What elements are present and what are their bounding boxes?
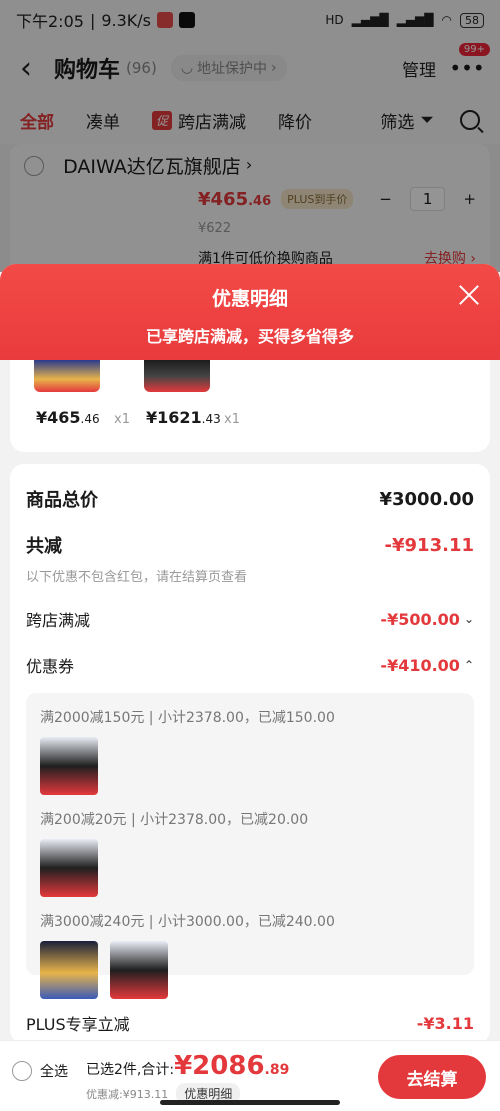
sheet-header: 优惠明细 已享跨店满减，买得多省得多	[0, 264, 500, 360]
select-all-checkbox[interactable]	[12, 1061, 32, 1081]
item-price-decimal: .43	[201, 412, 221, 426]
product-thumbnail[interactable]	[40, 941, 98, 999]
cross-store-amount: -¥500.00	[380, 609, 460, 629]
coupon-amount: -¥410.00	[380, 655, 460, 675]
coupon-line: 满3000减240元 | 小计3000.00，已减240.00	[40, 914, 335, 930]
select-all[interactable]: 全选	[12, 1061, 68, 1081]
coupon-line: 满200减20元 | 小计2378.00，已减20.00	[40, 812, 309, 828]
sheet-subtitle: 已享跨店满减，买得多省得多	[145, 327, 354, 346]
modal-backdrop[interactable]	[0, 0, 500, 272]
checkout-button[interactable]: 去结算	[378, 1055, 486, 1099]
reduce-value: -¥913.11	[384, 534, 474, 556]
selected-count: 已选2件,合计:	[86, 1062, 175, 1078]
item-price-main: ¥1621	[146, 408, 202, 427]
item-price-decimal: .46	[80, 412, 100, 426]
coupon-label: 优惠券	[26, 657, 75, 676]
order-summary: 已选2件,合计: ¥2086 .89 优惠减:¥913.11 优惠明细	[86, 1051, 289, 1104]
home-indicator	[160, 1100, 340, 1105]
discount-total: 优惠减:¥913.11	[86, 1087, 169, 1101]
chevron-up-icon: ⌃	[463, 658, 474, 672]
chevron-down-icon: ⌄	[463, 612, 474, 626]
close-icon[interactable]	[458, 284, 480, 306]
product-thumbnail[interactable]	[34, 360, 100, 392]
discount-detail-sheet: 优惠明细 已享跨店满减，买得多省得多 ¥465.46 x1 ¥1621.43 x…	[0, 264, 500, 1111]
plus-discount-value: -¥3.11	[416, 1013, 474, 1033]
cross-store-label: 跨店满减	[26, 611, 91, 630]
coupon-detail-list: 满2000减150元 | 小计2378.00，已减150.00 满200减20元…	[26, 693, 474, 999]
discount-breakdown: 商品总价 ¥3000.00 共减 -¥913.11 以下优惠不包含红包，请在结算…	[10, 464, 490, 1044]
sheet-title: 优惠明细	[211, 288, 288, 310]
item-price: ¥465.46	[36, 408, 100, 427]
items-card: ¥465.46 x1 ¥1621.43 x1	[10, 360, 490, 452]
item-qty: x1	[224, 412, 240, 427]
cross-store-row[interactable]: 跨店满减 -¥500.00 ⌄	[26, 607, 474, 631]
select-all-label: 全选	[40, 1064, 68, 1080]
redpacket-note: 以下优惠不包含红包，请在结算页查看	[26, 570, 248, 585]
coupon-line: 满2000减150元 | 小计2378.00，已减150.00	[40, 710, 335, 726]
coupon-value: -¥410.00 ⌃	[380, 656, 474, 675]
coupon-row[interactable]: 优惠券 -¥410.00 ⌃	[26, 653, 474, 677]
item-price: ¥1621.43	[146, 408, 221, 427]
cross-store-value: -¥500.00 ⌄	[380, 610, 474, 629]
product-thumbnail[interactable]	[40, 839, 98, 897]
product-thumbnail[interactable]	[110, 941, 168, 999]
product-thumbnail[interactable]	[144, 360, 210, 392]
product-thumbnail[interactable]	[40, 737, 98, 795]
total-label: 商品总价	[26, 490, 98, 511]
total-price-main: ¥2086	[174, 1051, 265, 1081]
total-price-decimal: .89	[264, 1062, 290, 1078]
reduce-label: 共减	[26, 536, 62, 557]
total-value: ¥3000.00	[379, 488, 474, 510]
item-price-main: ¥465	[36, 408, 81, 427]
item-qty: x1	[114, 412, 130, 427]
plus-discount-label: PLUS专享立减	[26, 1015, 130, 1034]
